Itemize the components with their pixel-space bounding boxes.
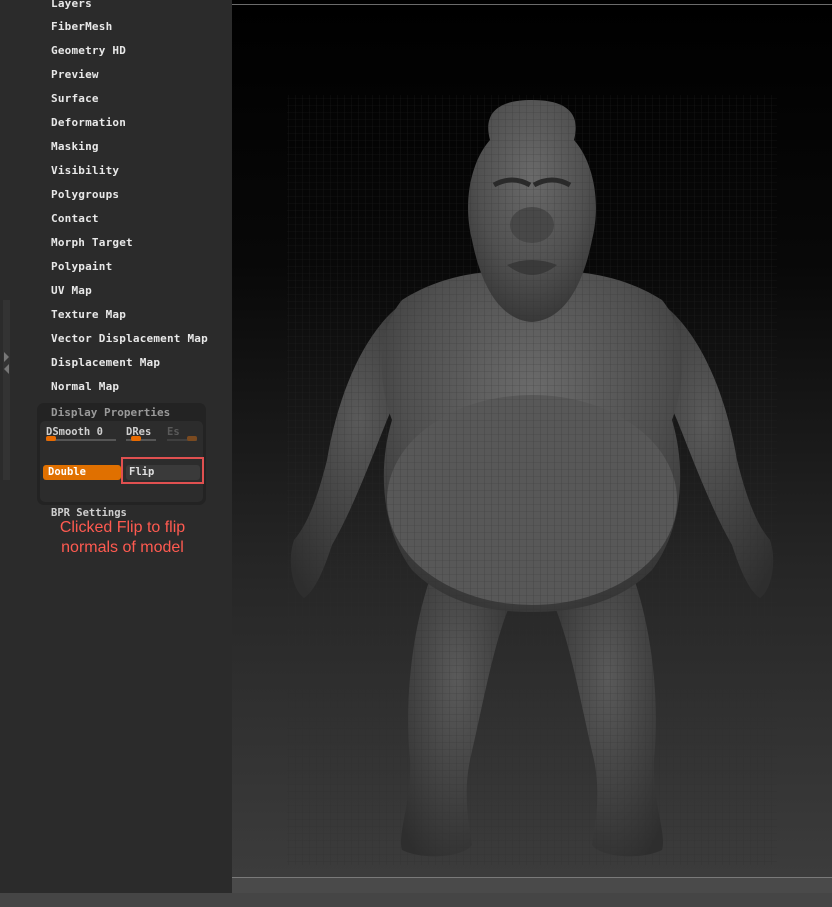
- sculpted-character-model[interactable]: [232, 0, 832, 877]
- subpalette-visibility[interactable]: Visibility: [51, 163, 119, 179]
- tutorial-annotation: Clicked Flip to flip normals of model: [40, 518, 205, 558]
- display-properties-controls: DSmooth 0 DRes Es Double Flip BPR Settin…: [40, 421, 203, 519]
- subpalette-polygroups[interactable]: Polygroups: [51, 187, 119, 203]
- es-label: Es: [167, 426, 180, 438]
- dsmooth-slider-knob[interactable]: [46, 436, 56, 441]
- display-properties-header[interactable]: Display Properties: [51, 406, 170, 419]
- subpalette-preview[interactable]: Preview: [51, 67, 99, 83]
- es-slider-knob[interactable]: [187, 436, 197, 441]
- subpalette-layers[interactable]: Layers: [51, 0, 92, 12]
- subpalette-contact[interactable]: Contact: [51, 211, 99, 227]
- expand-right-icon[interactable]: [4, 352, 9, 362]
- viewport-bottom-tray: [232, 877, 832, 894]
- double-button[interactable]: Double: [43, 465, 121, 480]
- document-viewport[interactable]: [232, 0, 832, 877]
- subpalette-deformation[interactable]: Deformation: [51, 115, 126, 131]
- annotation-line-2: normals of model: [61, 539, 184, 556]
- subpalette-polypaint[interactable]: Polypaint: [51, 259, 112, 275]
- viewport-top-divider: [232, 4, 832, 5]
- model-body: [287, 95, 777, 865]
- subpalette-uv-map[interactable]: UV Map: [51, 283, 92, 299]
- subpalette-morph-target[interactable]: Morph Target: [51, 235, 133, 251]
- tool-sidebar: Layers FiberMesh Geometry HD Preview Sur…: [0, 0, 232, 893]
- subpalette-surface[interactable]: Surface: [51, 91, 99, 107]
- subpalette-texture-map[interactable]: Texture Map: [51, 307, 126, 323]
- subpalette-geometry-hd[interactable]: Geometry HD: [51, 43, 126, 59]
- collapse-left-icon[interactable]: [4, 364, 9, 374]
- flip-button[interactable]: Flip: [126, 465, 200, 480]
- dsmooth-slider[interactable]: [46, 439, 116, 441]
- dres-slider-knob[interactable]: [131, 436, 141, 441]
- display-properties-panel: Display Properties DSmooth 0 DRes Es Dou…: [37, 403, 206, 519]
- subpalette-displacement-map[interactable]: Displacement Map: [51, 355, 160, 371]
- subpalette-normal-map[interactable]: Normal Map: [51, 379, 119, 395]
- sidebar-resize-grip[interactable]: [3, 300, 10, 480]
- subpalette-fibermesh[interactable]: FiberMesh: [51, 19, 112, 35]
- subpalette-masking[interactable]: Masking: [51, 139, 99, 155]
- annotation-line-1: Clicked Flip to flip: [59, 519, 186, 536]
- dsmooth-value: 0: [96, 426, 103, 438]
- bottom-status-bar: [0, 893, 832, 907]
- subpalette-vector-displacement-map[interactable]: Vector Displacement Map: [51, 331, 208, 347]
